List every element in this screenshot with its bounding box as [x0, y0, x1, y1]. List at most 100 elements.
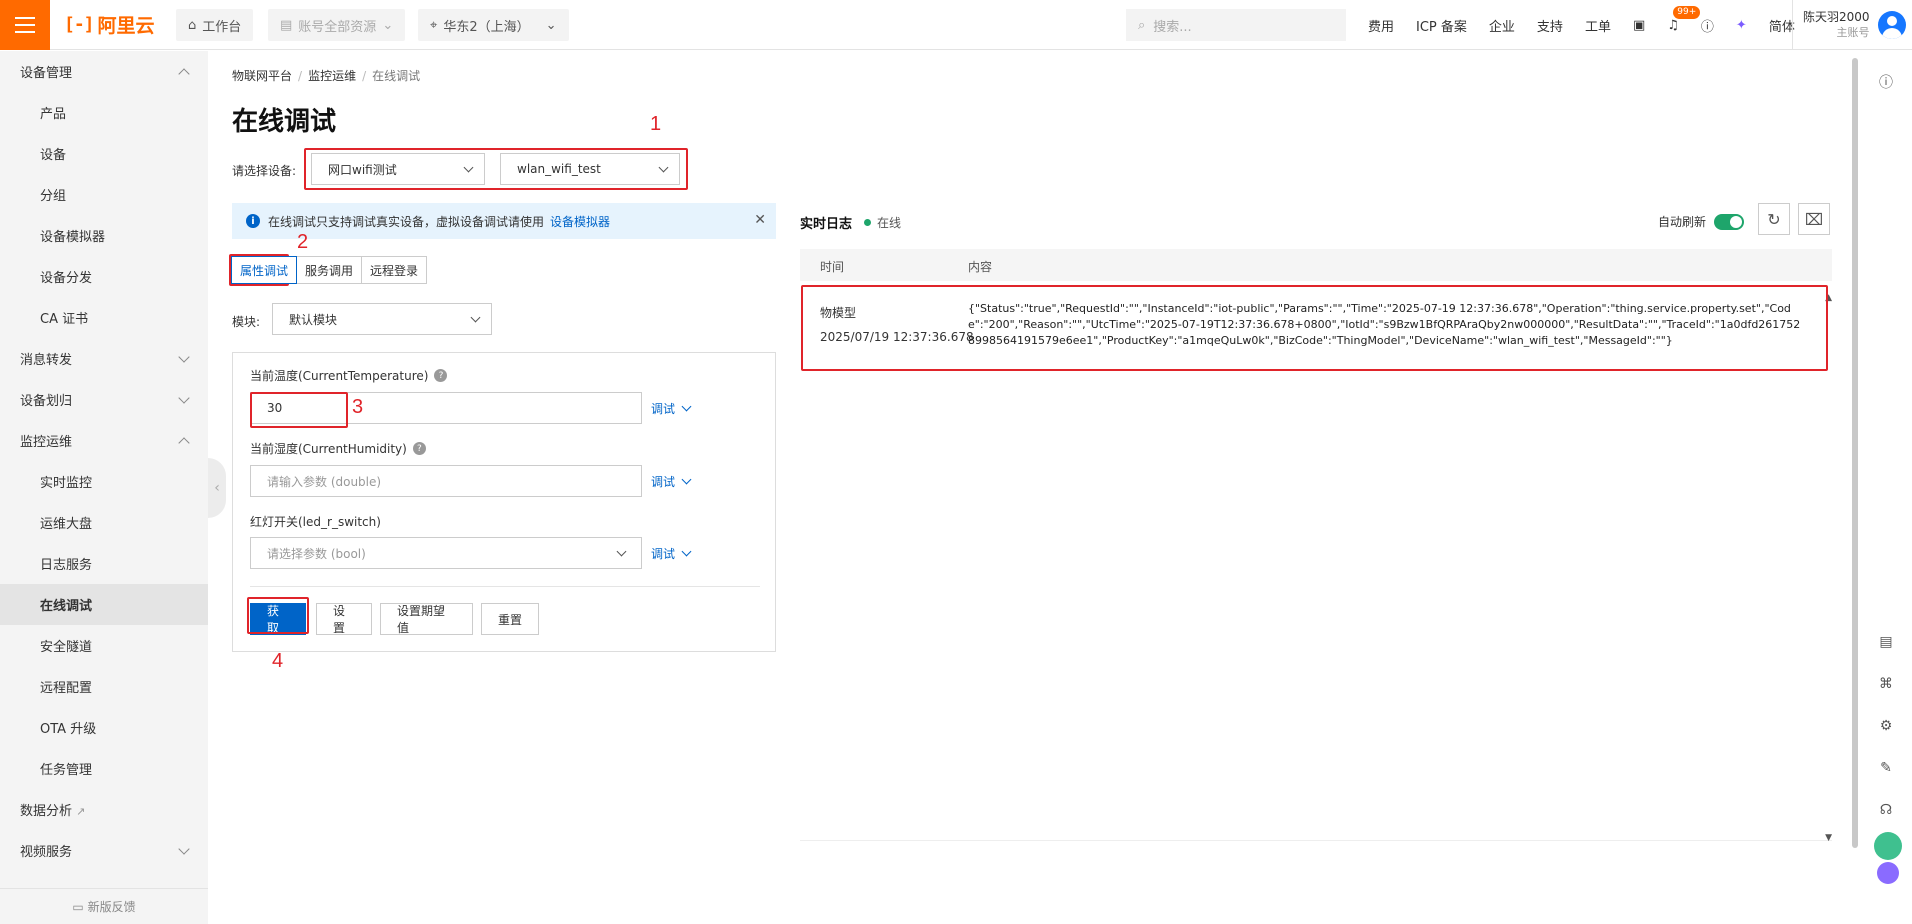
sidebar-item-label: 数据分析: [20, 804, 73, 819]
sidebar-item-ops-dashboard[interactable]: 运维大盘: [0, 502, 208, 543]
info-icon: i: [246, 214, 260, 228]
module-select[interactable]: 默认模块: [272, 303, 492, 335]
temperature-debug-link[interactable]: 调试: [651, 400, 692, 417]
language-switch[interactable]: 简体: [1769, 16, 1795, 35]
chevron-down-icon: [178, 391, 190, 404]
document-icon[interactable]: ▤: [1876, 632, 1896, 652]
resources-label: 账号全部资源: [298, 19, 377, 35]
sidebar-item-ca-cert[interactable]: CA 证书: [0, 297, 208, 338]
sidebar-item-online-debug[interactable]: 在线调试: [0, 584, 208, 625]
auto-refresh-toggle[interactable]: [1714, 213, 1745, 230]
ai-assistant-icon[interactable]: ✦: [1736, 18, 1747, 33]
refresh-button[interactable]: ↻: [1758, 203, 1790, 235]
region-dropdown[interactable]: ⌖ 华东2（上海） ⌄: [418, 9, 569, 41]
chevron-down-icon: [470, 312, 481, 322]
set-expected-value-button[interactable]: 设置期望值: [380, 603, 473, 635]
top-link-support[interactable]: 支持: [1537, 16, 1563, 35]
sidebar-item-label: 设备模拟器: [40, 230, 106, 245]
led-switch-select[interactable]: 请选择参数 (bool): [250, 537, 642, 569]
help-circle-icon[interactable]: ⓘ: [1876, 72, 1896, 92]
sidebar-item-device-simulator[interactable]: 设备模拟器: [0, 215, 208, 256]
breadcrumb-current: 在线调试: [372, 69, 421, 83]
help-icon[interactable]: ⓘ: [1701, 16, 1714, 35]
search-icon: ⌕: [1138, 17, 1146, 33]
tab-remote-login[interactable]: 远程登录: [361, 256, 428, 284]
page-scrollbar[interactable]: [1852, 58, 1858, 848]
sidebar-item-secure-tunnel[interactable]: 安全隧道: [0, 625, 208, 666]
sidebar-item-monitoring-ops[interactable]: 监控运维: [0, 420, 208, 461]
sidebar-item-ota-upgrade[interactable]: OTA 升级: [0, 707, 208, 748]
property-label-text: 当前温度(CurrentTemperature): [250, 369, 429, 383]
set-button[interactable]: 设置: [316, 603, 372, 635]
sidebar-item-product[interactable]: 产品: [0, 92, 208, 133]
sidebar-item-log-service[interactable]: 日志服务: [0, 543, 208, 584]
sidebar-item-remote-config[interactable]: 远程配置: [0, 666, 208, 707]
ai-brain-icon[interactable]: [1877, 862, 1899, 884]
avatar[interactable]: [1877, 11, 1906, 39]
help-icon[interactable]: ?: [412, 442, 426, 455]
bell-icon[interactable]: ♫ 99+: [1667, 5, 1701, 33]
edit-icon[interactable]: ✎: [1876, 758, 1896, 778]
sidebar-item-device[interactable]: 设备: [0, 133, 208, 174]
terminal-icon[interactable]: ▣: [1633, 18, 1645, 33]
top-link-enterprise[interactable]: 企业: [1489, 16, 1515, 35]
top-link-icp[interactable]: ICP 备案: [1416, 16, 1467, 35]
help-icon[interactable]: ?: [434, 369, 448, 382]
clear-log-button[interactable]: ⌧: [1798, 203, 1830, 235]
headset-icon[interactable]: ☊: [1876, 800, 1896, 820]
sidebar-item-task-management[interactable]: 任务管理: [0, 748, 208, 789]
settings-icon[interactable]: ⚙: [1876, 716, 1896, 736]
sidebar-item-message-forwarding[interactable]: 消息转发: [0, 338, 208, 379]
property-label-text: 红灯开关(led_r_switch): [250, 515, 381, 529]
chevron-up-icon: [178, 67, 190, 80]
location-pin-icon: ⌖: [430, 17, 438, 33]
close-icon[interactable]: ✕: [754, 212, 766, 228]
auto-refresh-control: 自动刷新: [1658, 213, 1745, 230]
top-link-billing[interactable]: 费用: [1368, 16, 1394, 35]
scroll-down-icon[interactable]: ▼: [1825, 833, 1832, 843]
brand-logo[interactable]: [-] 阿里云: [64, 11, 155, 38]
annotation-number-4: 4: [272, 650, 284, 672]
info-notice: i 在线调试只支持调试真实设备，虚拟设备调试请使用 设备模拟器 ✕: [232, 203, 776, 239]
led-switch-debug-link[interactable]: 调试: [651, 545, 692, 562]
feedback-link[interactable]: ▭ 新版反馈: [0, 888, 208, 924]
annotation-number-1: 1: [650, 113, 662, 135]
workbench-button[interactable]: ⌂ 工作台: [176, 9, 254, 41]
sidebar-item-label: OTA 升级: [40, 722, 97, 737]
global-search-input[interactable]: ⌕ 搜索...: [1126, 9, 1346, 41]
sidebar-item-device-management[interactable]: 设备管理: [0, 51, 208, 92]
sidebar-item-video-service[interactable]: 视频服务: [0, 830, 208, 871]
brand-name: 阿里云: [97, 15, 155, 37]
resources-dropdown[interactable]: ▤ 账号全部资源 ⌄: [268, 9, 406, 41]
account-type: 主账号: [1836, 26, 1870, 39]
annotation-number-3: 3: [352, 396, 364, 418]
tab-property-debug[interactable]: 属性调试: [231, 256, 298, 284]
api-icon[interactable]: ⌘: [1876, 674, 1896, 694]
annotation-box-4: [247, 597, 309, 634]
sidebar-item-group[interactable]: 分组: [0, 174, 208, 215]
breadcrumb-iot-platform[interactable]: 物联网平台: [232, 69, 292, 83]
breadcrumb-monitoring[interactable]: 监控运维: [308, 69, 356, 83]
sidebar-item-device-assignment[interactable]: 设备划归: [0, 379, 208, 420]
sidebar-item-data-analysis[interactable]: 数据分析 ↗: [0, 789, 208, 830]
humidity-debug-link[interactable]: 调试: [651, 473, 692, 490]
device-select-label: 请选择设备:: [232, 164, 297, 178]
top-link-ticket[interactable]: 工单: [1585, 16, 1611, 35]
user-menu[interactable]: 陈天羽2000 主账号: [1792, 0, 1906, 50]
sidebar: 设备管理 产品 设备 分组 设备模拟器 设备分发 CA 证书 消息转发 设备划归…: [0, 51, 208, 924]
reset-button[interactable]: 重置: [481, 603, 539, 635]
sidebar-item-device-distribution[interactable]: 设备分发: [0, 256, 208, 297]
chevron-down-icon: [681, 474, 692, 485]
device-simulator-link[interactable]: 设备模拟器: [550, 213, 610, 230]
annotation-box-1: [304, 148, 688, 190]
assistant-bubble-icon[interactable]: [1874, 832, 1902, 860]
sidebar-item-label: 实时监控: [40, 476, 93, 491]
sidebar-item-label: 在线调试: [40, 599, 93, 614]
hamburger-menu-icon[interactable]: [0, 0, 50, 50]
breadcrumb: 物联网平台 / 监控运维 / 在线调试: [232, 69, 421, 83]
led-switch-placeholder: 请选择参数 (bool): [267, 546, 366, 561]
sidebar-item-realtime-monitor[interactable]: 实时监控: [0, 461, 208, 502]
humidity-input[interactable]: 请输入参数 (double): [250, 465, 642, 497]
tab-service-call[interactable]: 服务调用: [296, 256, 363, 284]
refresh-icon: ↻: [1767, 209, 1781, 229]
